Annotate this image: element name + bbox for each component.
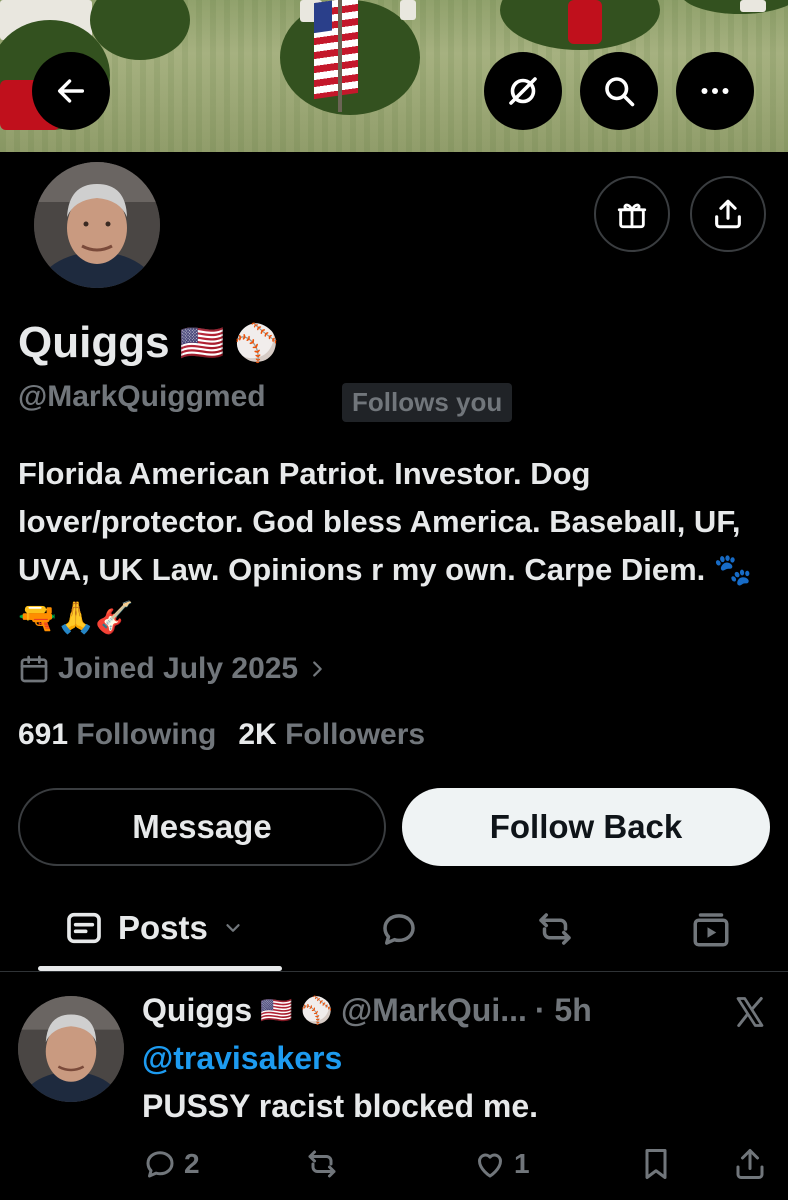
followers-stat[interactable]: 2K Followers [238, 718, 425, 752]
tab-posts-label: Posts [118, 909, 208, 946]
post-author-name[interactable]: Quiggs [142, 992, 252, 1029]
post-source-button[interactable] [732, 994, 768, 1030]
posts-icon [67, 912, 101, 944]
repost-icon [539, 913, 571, 945]
repost-icon [308, 1150, 336, 1178]
follow-back-button[interactable]: Follow Back [402, 788, 770, 866]
calendar-icon [20, 655, 48, 683]
tab-posts[interactable]: Posts [64, 908, 244, 948]
chevron-down-icon [226, 924, 240, 932]
repost-action[interactable] [304, 1146, 340, 1182]
us-flag-emoji: 🇺🇸 [179, 322, 225, 363]
baseball-emoji: ⚾ [234, 322, 280, 363]
share-post-action[interactable] [732, 1146, 768, 1182]
post-time[interactable]: · 5h [535, 992, 592, 1029]
chevron-right-icon [313, 661, 322, 677]
arrow-left-icon [57, 79, 85, 103]
search-button[interactable] [580, 52, 658, 130]
like-count: 1 [514, 1148, 530, 1179]
share-icon [736, 1149, 764, 1179]
post-mention-link[interactable]: @travisakers [142, 1040, 342, 1077]
following-stat[interactable]: 691 Following [18, 718, 216, 752]
heart-icon [478, 1153, 502, 1178]
grok-button[interactable] [484, 52, 562, 130]
replies-icon [383, 914, 415, 945]
bookmark-action[interactable] [638, 1146, 674, 1182]
banner-headstone [400, 0, 416, 20]
media-icon [693, 913, 729, 947]
post-author-avatar[interactable] [18, 996, 124, 1102]
follows-you-badge: Follows you [342, 383, 513, 422]
reply-icon [146, 1151, 174, 1178]
joined-date[interactable]: Joined July 2025 [18, 652, 328, 686]
joined-text: Joined July 2025 [58, 652, 299, 685]
banner-flag-pole [338, 0, 342, 112]
x-logo-icon [736, 997, 764, 1027]
back-button[interactable] [32, 52, 110, 130]
message-button[interactable]: Message [18, 788, 386, 866]
banner-headstone [740, 0, 766, 12]
banner-wreath-bow [568, 0, 602, 44]
profile-handle: @MarkQuiggmed [18, 380, 266, 413]
profile-banner[interactable] [0, 0, 788, 152]
gift-button[interactable] [594, 176, 670, 252]
followers-count: 2K [238, 718, 277, 751]
bookmark-icon [645, 1149, 667, 1179]
tabs-divider [0, 971, 788, 972]
tab-media[interactable] [690, 908, 732, 950]
post-text: PUSSY racist blocked me. [142, 1088, 539, 1124]
tab-replies[interactable] [378, 908, 420, 950]
avatar-photo [18, 996, 124, 1102]
like-action[interactable]: 1 [472, 1146, 530, 1182]
avatar-photo [34, 162, 160, 288]
profile-avatar[interactable] [30, 158, 164, 292]
banner-flag [314, 0, 358, 100]
reply-action[interactable]: 2 [142, 1146, 200, 1182]
post-author-handle[interactable]: @MarkQui... [341, 992, 527, 1029]
share-button[interactable] [690, 176, 766, 252]
following-label: Following [76, 718, 217, 751]
post-header: Quiggs 🇺🇸 ⚾ @MarkQui... · 5h [142, 992, 592, 1029]
gift-icon [617, 203, 647, 229]
baseball-emoji: ⚾ [300, 995, 333, 1025]
search-icon [605, 77, 635, 107]
following-count: 691 [18, 718, 69, 751]
tab-reposts[interactable] [534, 908, 576, 950]
share-icon [715, 199, 741, 229]
profile-bio: Florida American Patriot. Investor. Dog … [18, 456, 753, 635]
follow-stats: 691 Following 2K Followers [18, 718, 425, 752]
grok-icon [509, 77, 537, 105]
more-icon [701, 88, 729, 94]
reply-count: 2 [184, 1148, 200, 1179]
us-flag-emoji: 🇺🇸 [260, 995, 293, 1025]
followers-label: Followers [285, 718, 426, 751]
profile-display-name: Quiggs 🇺🇸 ⚾ [18, 318, 279, 368]
display-name-text: Quiggs [18, 318, 170, 367]
more-button[interactable] [676, 52, 754, 130]
